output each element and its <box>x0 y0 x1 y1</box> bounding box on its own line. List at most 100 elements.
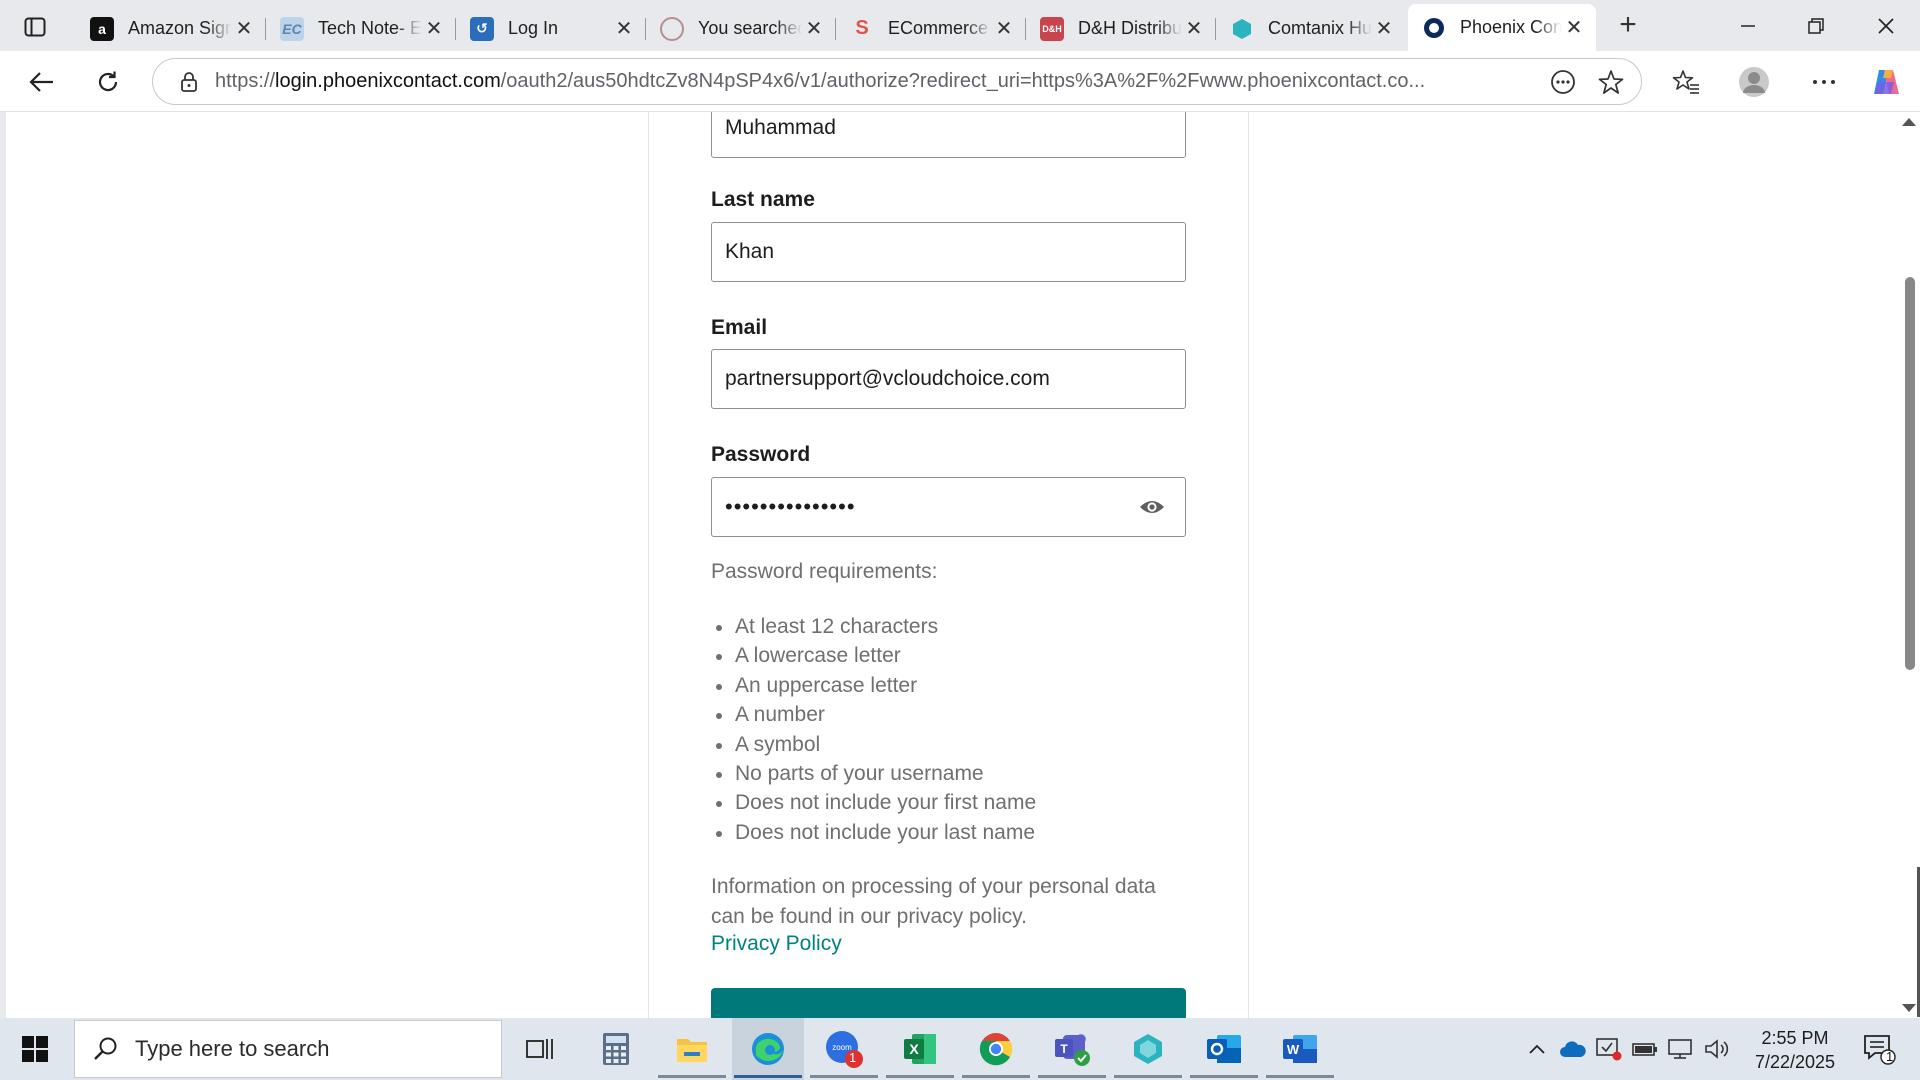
tab-title: Amazon Sign-In <box>128 18 232 38</box>
favorites-button[interactable] <box>1666 63 1706 101</box>
requirement-item: An uppercase letter <box>711 671 1036 700</box>
back-button[interactable] <box>22 63 62 101</box>
taskbar-chrome[interactable] <box>960 1018 1032 1080</box>
amazon-icon: a <box>90 16 114 41</box>
email-field[interactable]: partnersupport@vcloudchoice.com <box>711 349 1186 409</box>
tab-actions-button[interactable] <box>14 12 56 42</box>
restore-button[interactable] <box>1796 8 1836 44</box>
window-edge <box>0 112 6 1018</box>
vertical-scrollbar[interactable] <box>1901 112 1920 1018</box>
address-bar[interactable]: https://login.phoenixcontact.com/oauth2/… <box>152 58 1642 105</box>
taskbar-outlook[interactable] <box>1188 1018 1260 1080</box>
calculator-icon <box>603 1033 629 1065</box>
task-view-button[interactable] <box>504 1018 576 1080</box>
refresh-button[interactable] <box>88 63 128 101</box>
battery-tray[interactable] <box>1628 1018 1662 1080</box>
more-options-circle-icon <box>1551 69 1575 94</box>
svg-text:W: W <box>1287 1042 1300 1057</box>
first-name-field[interactable]: Muhammad <box>711 112 1186 158</box>
minimize-button[interactable] <box>1728 8 1768 44</box>
search-placeholder: Type here to search <box>135 1036 330 1061</box>
close-window-button[interactable] <box>1866 8 1906 44</box>
volume-tray[interactable] <box>1700 1018 1734 1080</box>
taskbar-calculator[interactable] <box>580 1018 652 1080</box>
privacy-policy-link[interactable]: Privacy Policy <box>711 932 842 956</box>
requirement-item: A symbol <box>711 730 1036 759</box>
lock-icon[interactable] <box>177 70 201 94</box>
email-label: Email <box>711 316 768 339</box>
favorite-button[interactable] <box>1593 64 1629 100</box>
ellipsis-icon <box>1813 80 1835 84</box>
close-icon[interactable]: ✕ <box>1562 16 1586 40</box>
taskbar-teams[interactable]: T <box>1036 1018 1108 1080</box>
taskbar-search-box[interactable]: Type here to search <box>74 1020 502 1078</box>
task-view-icon <box>526 1039 553 1059</box>
show-hidden-icons-button[interactable] <box>1520 1018 1554 1080</box>
comtanix-icon <box>1230 17 1254 41</box>
taskbar-excel[interactable]: X <box>884 1018 956 1080</box>
taskbar-word[interactable]: W <box>1264 1018 1336 1080</box>
settings-more-button[interactable] <box>1804 63 1844 101</box>
new-tab-button[interactable]: + <box>1610 10 1646 42</box>
password-field[interactable]: ••••••••••••••• <box>711 477 1186 537</box>
last-name-label: Last name <box>711 188 815 211</box>
system-clock[interactable]: 2:55 PM 7/22/2025 <box>1740 1026 1850 1074</box>
zoom-notification-badge: 1 <box>849 1050 857 1065</box>
refresh-icon <box>98 71 118 92</box>
avatar-icon <box>1739 67 1769 97</box>
url-text[interactable]: https://login.phoenixcontact.com/oauth2/… <box>215 70 1545 93</box>
close-icon[interactable]: ✕ <box>612 17 636 41</box>
tab-ecommerce[interactable]: S ECommerce ✕ <box>836 6 1026 51</box>
tab-comtanix[interactable]: Comtanix Hub ✕ <box>1216 6 1406 51</box>
tab-you-searched[interactable]: You searched ✕ <box>646 6 836 51</box>
copilot-button[interactable] <box>1866 63 1906 101</box>
taskbar-zoom[interactable]: zoom 1 <box>808 1018 880 1080</box>
password-label: Password <box>711 443 811 466</box>
close-icon[interactable]: ✕ <box>232 17 256 41</box>
requirement-item: A number <box>711 700 1036 729</box>
scroll-up-arrow-icon[interactable] <box>1902 118 1916 126</box>
reading-options-button[interactable] <box>1545 64 1581 100</box>
onedrive-tray[interactable] <box>1556 1018 1590 1080</box>
tab-tech-note[interactable]: EC Tech Note- EC ✕ <box>266 6 456 51</box>
network-tray[interactable] <box>1664 1018 1698 1080</box>
password-requirements-list: At least 12 characters A lowercase lette… <box>711 612 1036 847</box>
taskbar-file-explorer[interactable] <box>656 1018 728 1080</box>
chrome-icon <box>979 1033 1013 1066</box>
close-icon[interactable]: ✕ <box>1182 17 1206 41</box>
profile-button[interactable] <box>1734 63 1774 101</box>
close-icon[interactable]: ✕ <box>802 17 826 41</box>
tab-title: You searched <box>698 18 802 38</box>
battery-icon <box>1632 1043 1657 1056</box>
tab-amazon[interactable]: a Amazon Sign-In ✕ <box>76 6 266 51</box>
last-name-field[interactable]: Khan <box>711 222 1186 282</box>
cloud-icon <box>1560 1041 1586 1057</box>
scrollbar-thumb[interactable] <box>1905 277 1915 670</box>
tab-title: Phoenix Contact <box>1460 17 1562 37</box>
close-icon[interactable]: ✕ <box>1372 17 1396 41</box>
start-button[interactable] <box>0 1018 70 1080</box>
tab-dh[interactable]: D&H D&H Distributing ✕ <box>1026 6 1216 51</box>
password-value: ••••••••••••••• <box>725 494 856 519</box>
phoenix-icon <box>1422 16 1446 40</box>
svg-text:X: X <box>909 1041 919 1057</box>
email-value: partnersupport@vcloudchoice.com <box>725 367 1050 390</box>
password-requirements-title: Password requirements: <box>711 560 938 583</box>
scroll-down-arrow-icon[interactable] <box>1902 1004 1916 1012</box>
notifications-button[interactable]: 1 <box>1850 1018 1910 1080</box>
copilot-icon <box>1874 70 1899 94</box>
tab-phoenix-contact[interactable]: Phoenix Contact ✕ <box>1408 4 1596 51</box>
submit-button[interactable] <box>711 988 1186 1018</box>
tab-strip: a Amazon Sign-In ✕ EC Tech Note- EC ✕ ↺ … <box>0 0 1920 51</box>
tab-title: ECommerce <box>888 18 989 38</box>
show-password-eye-icon[interactable] <box>1139 496 1165 518</box>
taskbar-app-cyan[interactable] <box>1112 1018 1184 1080</box>
tab-title: D&H Distributing <box>1078 18 1182 38</box>
security-tray[interactable] <box>1592 1018 1626 1080</box>
close-icon[interactable]: ✕ <box>992 17 1016 41</box>
clock-date: 7/22/2025 <box>1754 1052 1836 1072</box>
tab-log-in[interactable]: ↺ Log In ✕ <box>456 6 646 51</box>
close-icon[interactable]: ✕ <box>422 17 446 41</box>
page-viewport: Muhammad Last name Khan Email partnersup… <box>0 112 1920 1018</box>
taskbar-edge[interactable] <box>732 1018 804 1080</box>
